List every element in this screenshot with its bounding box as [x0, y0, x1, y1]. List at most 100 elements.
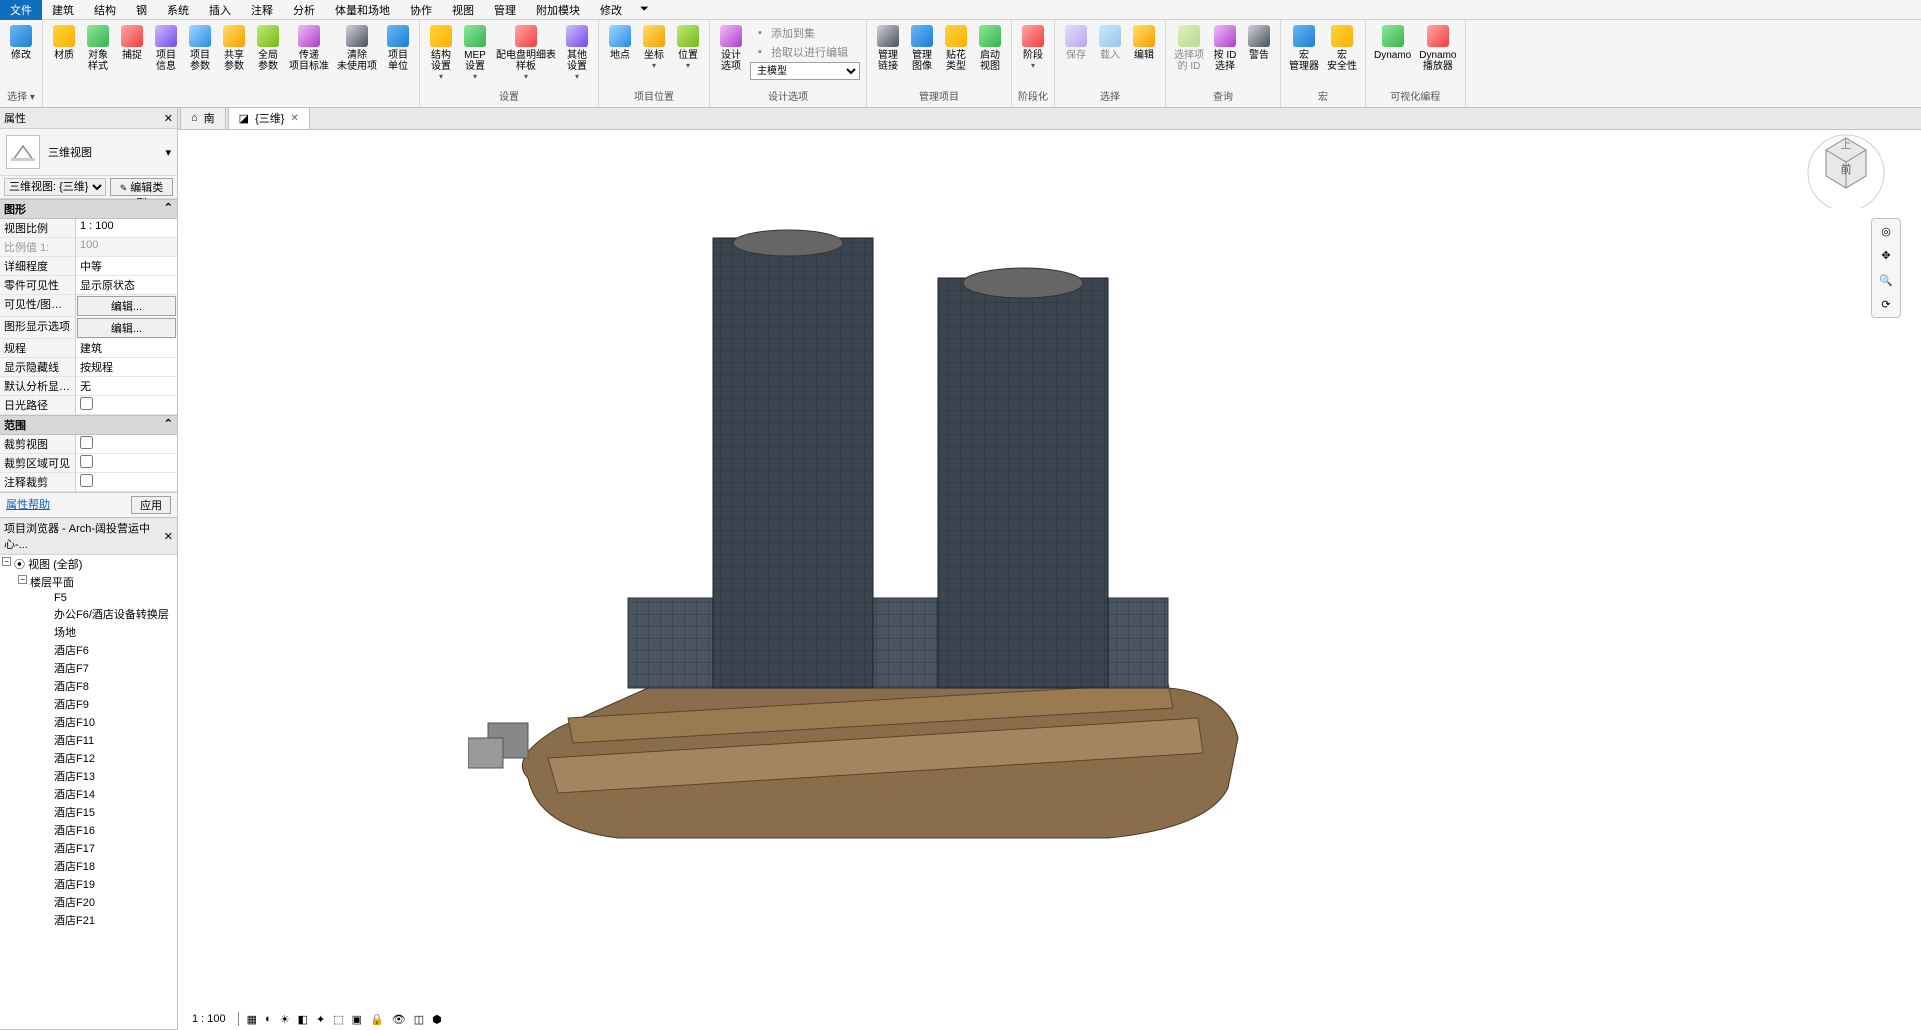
- shared-params-button[interactable]: 共享 参数: [217, 22, 251, 74]
- phases-button[interactable]: 阶段▾: [1016, 22, 1050, 72]
- panel-schedule-button[interactable]: 配电盘明细表 样板▾: [492, 22, 560, 83]
- type-dropdown-icon[interactable]: ▾: [165, 146, 171, 159]
- tree-item[interactable]: 酒店F15: [0, 803, 177, 821]
- tree-item[interactable]: 酒店F17: [0, 839, 177, 857]
- crop-icon[interactable]: ⬚: [333, 1013, 343, 1026]
- cursor-button[interactable]: 修改: [4, 22, 38, 63]
- property-section-header[interactable]: 图形⌃: [0, 199, 177, 219]
- position-button[interactable]: 位置▾: [671, 22, 705, 72]
- tree-item[interactable]: 酒店F6: [0, 641, 177, 659]
- lock-3d-icon[interactable]: 🔒: [370, 1013, 384, 1026]
- property-checkbox[interactable]: [80, 474, 93, 487]
- macro-mgr-button[interactable]: 宏 管理器: [1285, 22, 1323, 74]
- property-value[interactable]: [76, 454, 177, 473]
- tree-group-floorplans[interactable]: −楼层平面: [0, 573, 177, 591]
- materials-button[interactable]: 材质: [47, 22, 81, 63]
- property-value[interactable]: 按规程: [76, 358, 177, 377]
- tree-item[interactable]: 办公F6/酒店设备转换层: [0, 605, 177, 623]
- property-value[interactable]: 100: [76, 238, 177, 257]
- reveal-hidden-icon[interactable]: ◫: [414, 1013, 424, 1026]
- navigation-bar[interactable]: ◎ ✥ 🔍 ⟳: [1871, 218, 1901, 318]
- tree-item[interactable]: 酒店F19: [0, 875, 177, 893]
- project-params-button[interactable]: 项目 参数: [183, 22, 217, 74]
- dynamo-button[interactable]: Dynamo: [1370, 22, 1415, 63]
- manage-links-button[interactable]: 管理 链接: [871, 22, 905, 74]
- property-value[interactable]: 建筑: [76, 339, 177, 358]
- tree-toggle-icon[interactable]: −: [2, 557, 11, 566]
- menu-modify[interactable]: 修改: [590, 0, 632, 20]
- tree-item[interactable]: 酒店F20: [0, 893, 177, 911]
- zoom-icon[interactable]: 🔍: [1879, 274, 1893, 287]
- global-params-button[interactable]: 全局 参数: [251, 22, 285, 74]
- scale-display[interactable]: 1 : 100: [188, 1013, 230, 1025]
- object-styles-button[interactable]: 对象 样式: [81, 22, 115, 74]
- start-view-button[interactable]: 启动 视图: [973, 22, 1007, 74]
- dynamo-player-button[interactable]: Dynamo 播放器: [1415, 22, 1460, 74]
- menu-file[interactable]: 文件: [0, 0, 42, 20]
- property-checkbox[interactable]: [80, 436, 93, 449]
- snap-button[interactable]: 捕捉: [115, 22, 149, 63]
- menu-manage[interactable]: 管理: [484, 0, 526, 20]
- menu-massing[interactable]: 体量和场地: [325, 0, 400, 20]
- edit-sel-button[interactable]: 编辑: [1127, 22, 1161, 63]
- tree-item[interactable]: 酒店F18: [0, 857, 177, 875]
- property-value[interactable]: [76, 435, 177, 454]
- property-checkbox[interactable]: [80, 455, 93, 468]
- decal-button[interactable]: 贴花 类型: [939, 22, 973, 74]
- menu-collab[interactable]: 协作: [400, 0, 442, 20]
- temp-hide-icon[interactable]: 👁: [392, 1013, 406, 1026]
- property-value[interactable]: 中等: [76, 257, 177, 276]
- tree-item[interactable]: 酒店F16: [0, 821, 177, 839]
- design-option-select[interactable]: 主模型: [750, 62, 860, 80]
- detail-level-icon[interactable]: ▦: [247, 1013, 257, 1026]
- apply-button[interactable]: 应用: [131, 496, 171, 514]
- edit-type-button[interactable]: ✎ 编辑类型: [110, 178, 173, 196]
- tree-toggle-icon[interactable]: −: [18, 575, 27, 584]
- crop-visible-icon[interactable]: ▣: [352, 1013, 362, 1026]
- by-id-button[interactable]: 按 ID 选择: [1208, 22, 1242, 74]
- transfer-button[interactable]: 传递 项目标准: [285, 22, 333, 74]
- property-value[interactable]: 无: [76, 377, 177, 396]
- property-value[interactable]: [76, 473, 177, 492]
- tree-item[interactable]: 酒店F13: [0, 767, 177, 785]
- tree-item[interactable]: 酒店F11: [0, 731, 177, 749]
- units-button[interactable]: 项目 单位: [381, 22, 415, 74]
- design-options-button[interactable]: 设计 选项: [714, 22, 748, 74]
- visual-style-icon[interactable]: ◐: [265, 1013, 272, 1025]
- sun-path-icon[interactable]: ☀: [280, 1013, 290, 1026]
- shadows-icon[interactable]: ◧: [298, 1013, 308, 1026]
- tab-3d[interactable]: ◪ {三维} ✕: [228, 108, 310, 129]
- viewcube[interactable]: 前 上: [1801, 118, 1891, 208]
- type-selector[interactable]: 三维视图 ▾: [0, 129, 177, 176]
- property-section-header[interactable]: 范围⌃: [0, 415, 177, 435]
- property-value[interactable]: 编辑...: [77, 318, 176, 338]
- tree-item[interactable]: 场地: [0, 623, 177, 641]
- pan-icon[interactable]: ✥: [1881, 249, 1890, 262]
- coords-button[interactable]: 坐标▾: [637, 22, 671, 72]
- tree-item[interactable]: 酒店F14: [0, 785, 177, 803]
- orbit-icon[interactable]: ⟳: [1881, 298, 1890, 311]
- menu-systems[interactable]: 系统: [157, 0, 199, 20]
- tree-item[interactable]: 酒店F21: [0, 911, 177, 929]
- tree-item[interactable]: 酒店F7: [0, 659, 177, 677]
- tree-item[interactable]: F5: [0, 591, 177, 605]
- properties-help-link[interactable]: 属性帮助: [6, 496, 50, 514]
- macro-sec-button[interactable]: 宏 安全性: [1323, 22, 1361, 74]
- menu-insert[interactable]: 插入: [199, 0, 241, 20]
- mep-settings-button[interactable]: MEP 设置▾: [458, 22, 492, 83]
- menu-addins[interactable]: 附加模块: [526, 0, 590, 20]
- menu-overflow-icon[interactable]: ⏷: [640, 3, 649, 16]
- project-info-button[interactable]: 项目 信息: [149, 22, 183, 74]
- property-value[interactable]: [76, 396, 177, 415]
- property-checkbox[interactable]: [80, 397, 93, 410]
- tree-root[interactable]: −⦿ 视图 (全部): [0, 555, 177, 573]
- property-value[interactable]: 1 : 100: [76, 219, 177, 238]
- tree-item[interactable]: 酒店F9: [0, 695, 177, 713]
- rendering-icon[interactable]: ✦: [316, 1013, 325, 1026]
- tab-south[interactable]: ⌂ 南: [180, 108, 226, 129]
- menu-annotate[interactable]: 注释: [241, 0, 283, 20]
- purge-button[interactable]: 清除 未使用项: [333, 22, 381, 74]
- worksharing-display-icon[interactable]: ⬢: [432, 1013, 442, 1026]
- instance-select[interactable]: 三维视图: {三维}: [4, 178, 106, 196]
- browser-tree[interactable]: −⦿ 视图 (全部) −楼层平面 F5办公F6/酒店设备转换层场地酒店F6酒店F…: [0, 555, 177, 1029]
